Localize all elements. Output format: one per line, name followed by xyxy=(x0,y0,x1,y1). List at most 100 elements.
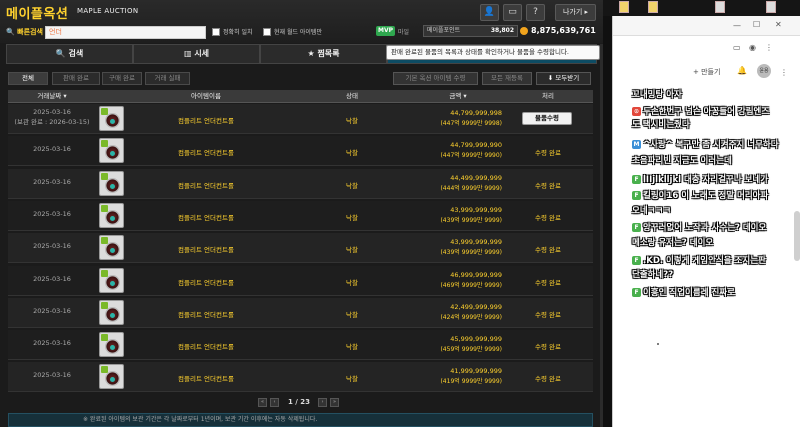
exit-label: 나가기 xyxy=(562,8,583,16)
price-value: 46,999,999,999 xyxy=(450,270,502,279)
chat-text: 초음파리빈 지금도 이러는데 xyxy=(632,156,732,166)
profile-icon[interactable]: ◉ xyxy=(749,43,756,52)
subtab-bought[interactable]: 구매 완료 xyxy=(102,72,142,85)
avatar[interactable]: 윤용 xyxy=(757,64,771,78)
notice-bar: ※ 완료된 아이템의 보관 기간은 각 날짜로부터 1년이며, 보관 기간 이후… xyxy=(8,413,593,427)
help-icon[interactable]: ? xyxy=(526,4,545,21)
bulk-receive-button[interactable]: 기본 옥션 아이템 수령 xyxy=(393,72,478,85)
receive-status: 수령 완료 xyxy=(535,375,561,384)
chat-text: 앙꾸러없어 노작과 사수는? 데이오 xyxy=(643,223,767,233)
trade-date: 2025-03-16 xyxy=(33,339,71,348)
exact-match-checkbox[interactable] xyxy=(212,28,220,36)
table-row[interactable]: 2025-03-16 컴플리트 언더컨트롤 낙찰 43,999,999,999 (439… xyxy=(8,200,593,231)
chat-message: 메소랑 유저는? 데이오 xyxy=(632,238,713,249)
search-input[interactable]: 언더 xyxy=(45,26,206,39)
tooltip: 판매 완료된 물품의 목록과 상태를 확인하거나 물품을 수령합니다. xyxy=(386,45,600,60)
storage-date: (보관 완료 : 2026-03-15) xyxy=(14,118,90,126)
price-value: 41,999,999,999 xyxy=(450,367,502,376)
item-icon[interactable] xyxy=(99,332,124,358)
subtab-failed[interactable]: 거래 실패 xyxy=(145,72,190,85)
points-value: 38,802 xyxy=(490,27,514,34)
receive-status: 수령 완료 xyxy=(535,213,561,222)
col-state: 상태 xyxy=(346,92,358,100)
price-korean: (424억 9999만 9999) xyxy=(440,313,502,321)
item-icon[interactable] xyxy=(99,235,124,261)
exact-match-label: 정확히 일치 xyxy=(223,29,253,36)
create-button[interactable]: + 만들기 xyxy=(693,67,720,77)
tab-search[interactable]: 🔍 검색 xyxy=(6,44,133,64)
receive-item-button[interactable]: 물품수령 xyxy=(522,112,572,125)
inbox-icon[interactable]: ▭ xyxy=(503,4,522,21)
table-row[interactable]: 2025-03-16 컴플리트 언더컨트롤 낙찰 43,999,999,999 (439… xyxy=(8,233,593,264)
col-date[interactable]: 거래날짜 ▾ xyxy=(8,90,96,103)
item-state: 낙찰 xyxy=(346,246,358,255)
item-icon[interactable] xyxy=(99,138,124,164)
last-page-icon[interactable]: » xyxy=(330,398,339,407)
download-icon: ⬇ xyxy=(547,74,554,82)
table-row[interactable]: 2025-03-16 컴플리트 언더컨트롤 낙찰 46,999,999,999 (469… xyxy=(8,265,593,296)
subtab-all[interactable]: 전체 xyxy=(8,72,48,85)
trade-date: 2025-03-16 xyxy=(33,145,71,154)
gem-icon xyxy=(110,119,115,124)
price-value: 44,799,999,990 xyxy=(450,141,502,150)
item-icon[interactable] xyxy=(99,106,124,131)
tab-price-label: 시세 xyxy=(194,49,210,58)
folder-icon[interactable] xyxy=(648,1,658,13)
item-icon[interactable] xyxy=(99,170,124,196)
tab-wishlist[interactable]: ★ 찜목록 xyxy=(260,44,387,64)
minimize-icon[interactable]: — xyxy=(733,21,741,30)
price-korean: (447억 9999만 9998) xyxy=(440,120,502,127)
menu-icon[interactable]: ⋮ xyxy=(765,43,773,52)
page-indicator: 1 / 23 xyxy=(288,398,311,406)
table-row[interactable]: 2025-03-16 컴플리트 언더컨트롤 낙찰 44,799,999,990 (447… xyxy=(8,136,593,167)
more-icon[interactable]: ⋮ xyxy=(780,68,788,77)
item-icon[interactable] xyxy=(99,267,124,293)
reregister-button[interactable]: 모든 재등록 xyxy=(482,72,532,85)
receive-all-button[interactable]: ⬇ 모두받기 xyxy=(536,72,591,85)
receive-status: 수령 완료 xyxy=(535,181,561,190)
subtab-sold[interactable]: 판매 완료 xyxy=(52,72,100,85)
trade-date: 2025-03-16 xyxy=(33,177,71,186)
world-only-checkbox[interactable] xyxy=(263,28,271,36)
item-price: 43,999,999,999 (439억 9999만 9999) xyxy=(408,206,502,224)
next-page-icon[interactable]: › xyxy=(318,398,327,407)
table-row[interactable]: 2025-03-16 컴플리트 언더컨트롤 낙찰 42,499,999,999 (424… xyxy=(8,297,593,328)
cast-icon[interactable]: ▭ xyxy=(733,43,741,52)
file-icon[interactable] xyxy=(766,1,776,13)
chat-badge-icon: M xyxy=(632,140,641,149)
trade-date: 2025-03-16 (보관 완료 : 2026-03-15) xyxy=(8,108,96,126)
col-price[interactable]: 금액 ▾ xyxy=(428,90,488,103)
chat-text: ^사랑^ 복구만 좀 시켜주지 너무하다 xyxy=(643,140,779,150)
person-icon[interactable]: 👤 xyxy=(480,4,499,21)
trade-date: 2025-03-16 xyxy=(33,274,71,283)
price-korean: (444억 9999만 9999) xyxy=(440,184,502,192)
receive-status: 수령 완료 xyxy=(535,278,561,287)
table-row[interactable]: 2025-03-16 컴플리트 언더컨트롤 낙찰 45,999,999,999 (459… xyxy=(8,330,593,361)
tab-price[interactable]: ▥ 시세 xyxy=(133,44,260,64)
chart-icon: ▥ xyxy=(183,49,192,58)
item-price: 44,499,999,999 (444억 9999만 9999) xyxy=(408,174,502,192)
item-icon[interactable] xyxy=(99,299,124,325)
close-icon[interactable]: ✕ xyxy=(775,20,782,29)
col-item: 아이템이름 xyxy=(191,92,221,100)
tab-search-label: 검색 xyxy=(68,49,84,58)
item-state: 낙찰 xyxy=(346,278,358,287)
first-page-icon[interactable]: « xyxy=(258,398,267,407)
prev-page-icon[interactable]: ‹ xyxy=(270,398,279,407)
folder-icon[interactable] xyxy=(619,1,629,13)
item-icon[interactable] xyxy=(99,364,124,390)
chat-badge-icon: ⊙ xyxy=(632,107,641,116)
receive-status: 수령 완료 xyxy=(535,246,561,255)
chat-badge-icon: F xyxy=(632,256,641,265)
chat-text: .KD. 이렇게 게임안식을 조지는판 xyxy=(643,256,766,266)
item-name: 컴플리트 언더컨트롤 xyxy=(178,310,234,319)
table-row[interactable]: 2025-03-16 (보관 완료 : 2026-03-15) 컴플리트 언더컨트롤… xyxy=(8,104,593,134)
table-row[interactable]: 2025-03-16 컴플리트 언더컨트롤 낙찰 41,999,999,999 (419… xyxy=(8,362,593,393)
exit-button[interactable]: 나가기 ▸ xyxy=(555,4,596,21)
file-icon[interactable] xyxy=(715,1,725,13)
gem-icon xyxy=(110,312,115,318)
bell-icon[interactable]: 🔔 xyxy=(737,66,747,75)
maximize-icon[interactable]: ☐ xyxy=(753,20,760,29)
table-row[interactable]: 2025-03-16 컴플리트 언더컨트롤 낙찰 44,499,999,999 (444… xyxy=(8,168,593,199)
item-icon[interactable] xyxy=(99,202,124,228)
